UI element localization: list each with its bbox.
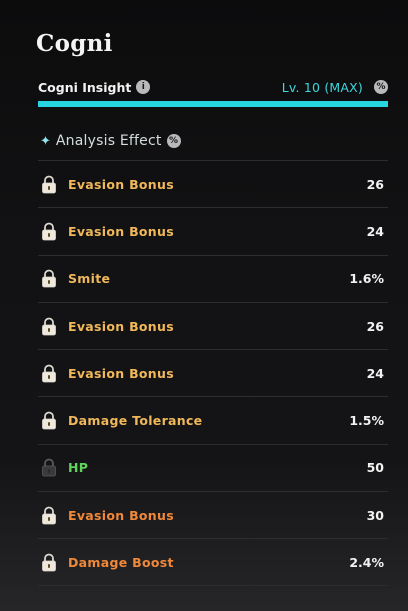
effect-value: 24: [366, 365, 384, 381]
cogni-insight-row: Cogni Insight i Lv. 10 (MAX) %: [38, 78, 388, 96]
analysis-effect-title: Analysis Effect: [55, 133, 162, 149]
lock-icon[interactable]: [41, 553, 57, 572]
percent-icon[interactable]: %: [166, 134, 181, 148]
analysis-effect-list: Evasion Bonus 26 Evasion Bonus 24 Smite 1.6% E…: [38, 160, 388, 586]
lock-icon[interactable]: [41, 506, 57, 525]
effect-row[interactable]: Evasion Bonus 24: [38, 207, 388, 254]
lock-icon[interactable]: [41, 222, 57, 241]
lock-icon[interactable]: [41, 269, 57, 288]
lock-icon[interactable]: [41, 175, 57, 194]
analysis-effect-header: ✦ Analysis Effect %: [40, 131, 181, 151]
effect-row[interactable]: Evasion Bonus 24: [38, 349, 388, 396]
effect-value: 1.5%: [349, 413, 384, 429]
insight-progress-bar: [38, 101, 388, 107]
effect-row[interactable]: Damage Boost 2.4%: [38, 538, 388, 586]
effect-row[interactable]: Evasion Bonus 26: [38, 301, 388, 349]
effect-row[interactable]: HP 50: [38, 443, 388, 491]
effect-name: HP: [68, 460, 89, 476]
insight-progress-fill: [38, 101, 388, 107]
effect-row[interactable]: Smite 1.6%: [38, 254, 388, 302]
effect-value: 30: [366, 507, 384, 523]
info-icon[interactable]: i: [136, 80, 151, 94]
insight-level: Lv. 10 (MAX): [281, 79, 363, 95]
effect-value: 26: [366, 318, 384, 334]
effect-row[interactable]: Evasion Bonus 30: [38, 491, 388, 538]
effect-name: Damage Tolerance: [68, 413, 203, 429]
effect-name: Evasion Bonus: [68, 176, 174, 192]
effect-name: Smite: [68, 271, 111, 287]
effect-name: Damage Boost: [68, 554, 174, 570]
effect-name: Evasion Bonus: [68, 223, 174, 239]
lock-icon[interactable]: [41, 364, 57, 383]
percent-icon[interactable]: %: [374, 80, 388, 94]
effect-name: Evasion Bonus: [68, 507, 174, 523]
effect-value: 2.4%: [349, 554, 384, 570]
effect-name: Evasion Bonus: [68, 365, 174, 381]
effect-row[interactable]: Damage Tolerance 1.5%: [38, 396, 388, 443]
sparkle-icon: ✦: [40, 133, 51, 149]
effect-value: 24: [366, 223, 384, 239]
cogni-insight-label: Cogni Insight: [38, 79, 132, 95]
effect-row[interactable]: Evasion Bonus 26: [38, 160, 388, 207]
effect-value: 50: [366, 460, 384, 476]
lock-icon[interactable]: [41, 411, 57, 430]
effect-value: 26: [366, 176, 384, 192]
lock-icon[interactable]: [41, 317, 57, 336]
effect-value: 1.6%: [349, 271, 384, 287]
lock-icon[interactable]: [41, 458, 57, 477]
effect-name: Evasion Bonus: [68, 318, 174, 334]
panel-title: Cogni: [36, 30, 113, 57]
